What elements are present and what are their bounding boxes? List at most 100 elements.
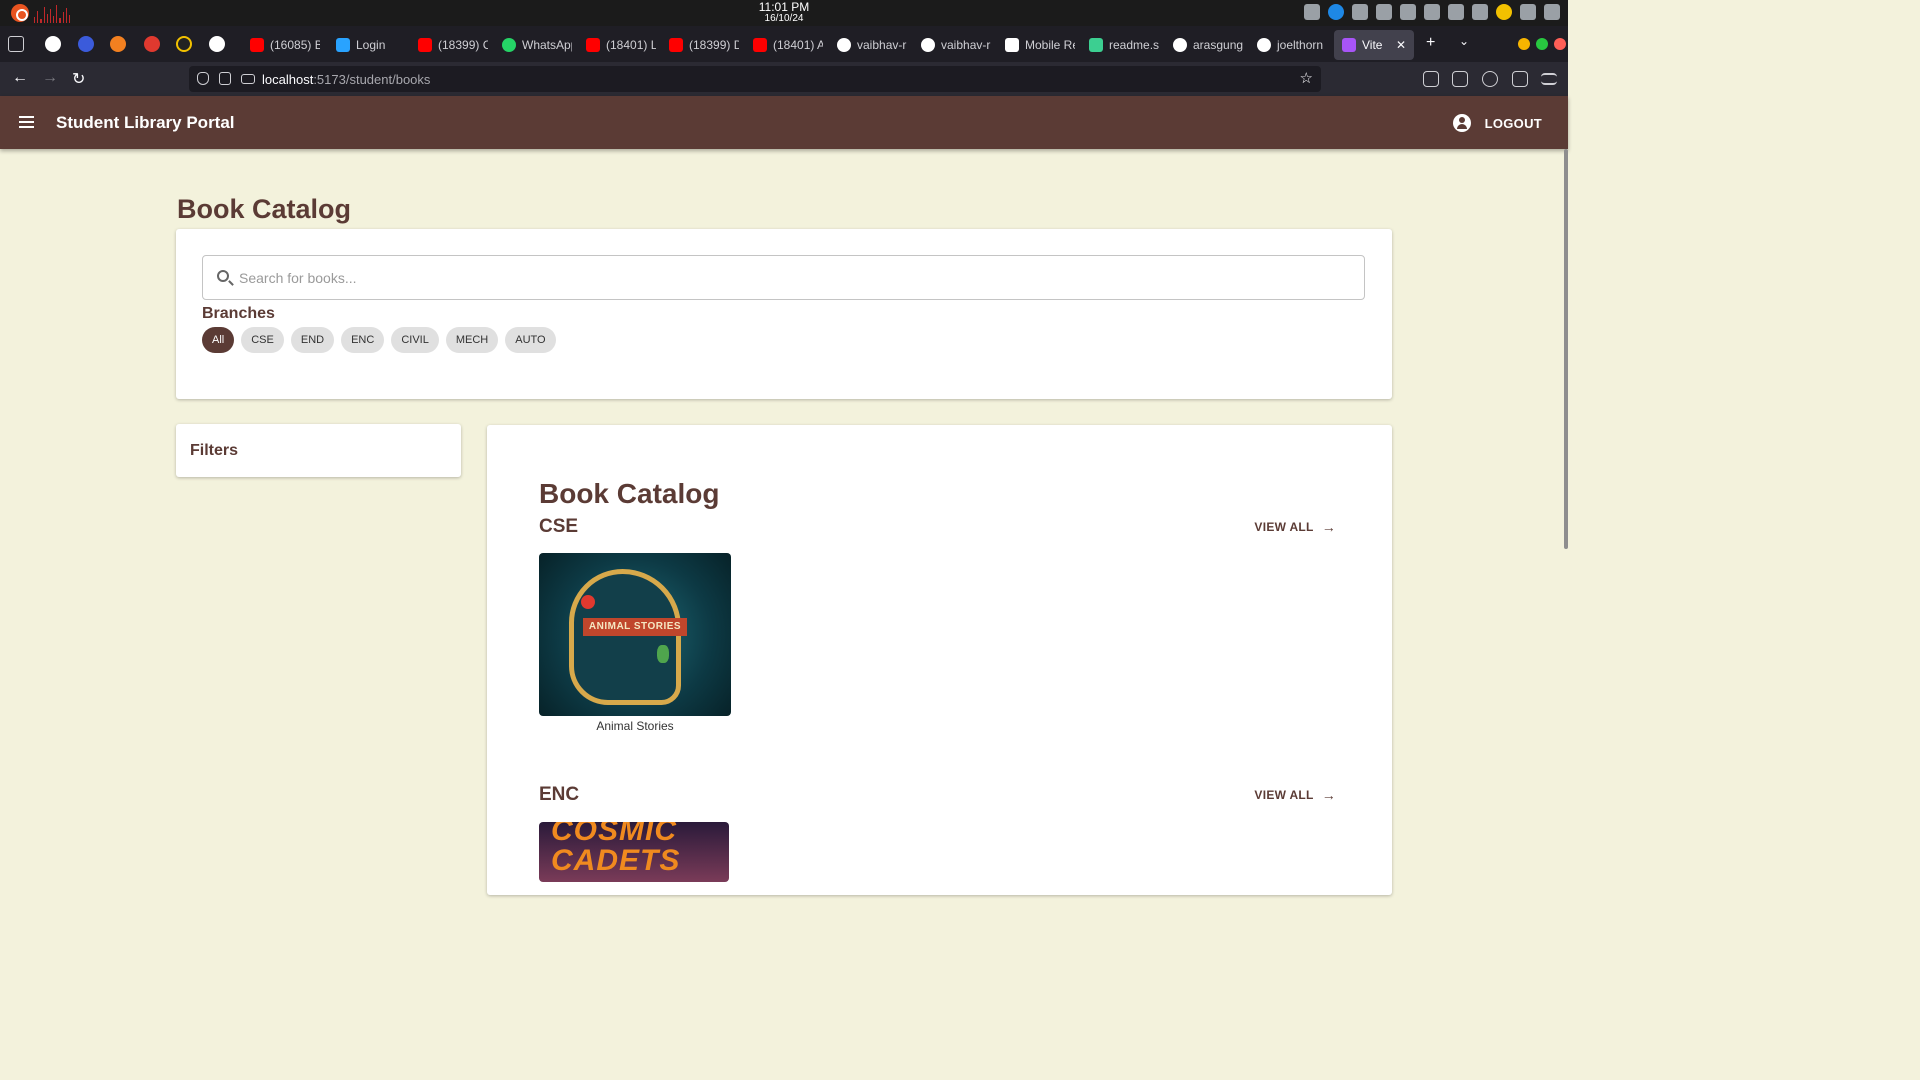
downloads-icon[interactable] — [1452, 71, 1468, 87]
forward-arrow-icon[interactable]: → — [42, 69, 58, 87]
volume-icon[interactable] — [1400, 4, 1416, 20]
account-icon[interactable] — [1482, 71, 1498, 87]
reload-icon[interactable]: ↻ — [72, 69, 85, 89]
url-text: localhost:5173/student/books — [262, 72, 431, 87]
pinned-github-icon[interactable] — [45, 36, 61, 52]
chevron-down-icon[interactable] — [1520, 4, 1536, 20]
pinned-star-icon[interactable] — [176, 36, 192, 52]
cover-title-art: COSMIC CADETS — [551, 822, 681, 877]
page-title: Book Catalog — [177, 194, 352, 224]
browser-tab[interactable]: (18401) A — [753, 30, 823, 60]
browser-tab[interactable]: vaibhav-r — [921, 30, 991, 60]
catalog-panel: Book Catalog CSE VIEW ALL → ANIMAL STORI… — [487, 425, 1392, 895]
address-bar[interactable]: localhost:5173/student/books ☆ — [189, 66, 1321, 92]
search-icon — [217, 270, 229, 282]
page-scrollbar[interactable] — [1564, 149, 1568, 549]
page-icon[interactable] — [219, 72, 231, 85]
pinned-cloud-icon[interactable] — [110, 36, 126, 52]
book-card[interactable]: COSMIC CADETS — [539, 822, 729, 882]
logout-button[interactable]: LOGOUT — [1452, 114, 1542, 132]
browser-tab[interactable]: vaibhav-r — [837, 30, 907, 60]
pinned-github-icon[interactable] — [209, 36, 225, 52]
youtube-icon — [418, 38, 432, 52]
branch-chips: All CSE END ENC CIVIL MECH AUTO — [202, 327, 556, 353]
view-all-label: VIEW ALL — [1254, 788, 1314, 802]
app-icon — [1005, 38, 1019, 52]
search-card: Branches All CSE END ENC CIVIL MECH AUTO — [176, 229, 1392, 399]
browser-tab[interactable]: (16085) B — [250, 30, 320, 60]
search-field[interactable] — [202, 255, 1365, 300]
browser-tab[interactable]: (18399) D — [669, 30, 739, 60]
tab-overview-icon[interactable] — [8, 36, 24, 52]
book-cover[interactable]: COSMIC CADETS — [539, 822, 729, 882]
whatsapp-icon — [502, 38, 516, 52]
book-title[interactable]: Animal Stories — [539, 719, 731, 733]
extensions-icon[interactable] — [1512, 71, 1528, 87]
system-top-bar: 11:01 PM 16/10/24 — [0, 0, 1568, 26]
tab-list-chevron-icon[interactable]: ⌄ — [1459, 34, 1469, 48]
branch-chip-enc[interactable]: ENC — [341, 327, 385, 353]
browser-tab[interactable]: joelthorn — [1257, 30, 1327, 60]
browser-tab[interactable]: WhatsApp — [502, 30, 572, 60]
browser-nav-bar: ← → ↻ localhost:5173/student/books ☆ — [0, 62, 1568, 96]
github-icon — [1257, 38, 1271, 52]
youtube-icon — [586, 38, 600, 52]
notes-icon[interactable] — [1376, 4, 1392, 20]
book-cover[interactable]: ANIMAL STORIES — [539, 553, 731, 716]
branch-chip-all[interactable]: All — [202, 327, 235, 353]
cover-title-banner: ANIMAL STORIES — [583, 618, 687, 636]
bluetooth-icon[interactable] — [1304, 4, 1320, 20]
branch-chip-auto[interactable]: AUTO — [505, 327, 556, 353]
pinned-app-icon[interactable] — [78, 36, 94, 52]
vite-icon — [1342, 38, 1356, 52]
clipboard-icon[interactable] — [1352, 4, 1368, 20]
close-window-icon[interactable] — [1554, 38, 1566, 50]
arrow-right-icon: → — [1321, 787, 1336, 803]
pinned-video-icon[interactable] — [144, 36, 160, 52]
readme-icon — [1089, 38, 1103, 52]
youtube-icon — [250, 38, 264, 52]
bookmark-star-icon[interactable]: ☆ — [1300, 69, 1313, 87]
maximize-icon[interactable] — [1536, 38, 1548, 50]
browser-tab[interactable]: (18399) C — [418, 30, 488, 60]
view-all-label: VIEW ALL — [1254, 520, 1314, 534]
browser-tab[interactable]: readme.s — [1089, 30, 1159, 60]
share-icon[interactable] — [1328, 4, 1344, 20]
permissions-icon[interactable] — [241, 74, 255, 84]
arrow-right-icon: → — [1321, 519, 1336, 535]
book-card[interactable]: ANIMAL STORIES Animal Stories — [539, 553, 731, 733]
branch-chip-cse[interactable]: CSE — [241, 327, 284, 353]
back-arrow-icon[interactable]: ← — [12, 69, 28, 87]
github-icon — [837, 38, 851, 52]
new-tab-icon[interactable]: + — [1426, 34, 1435, 52]
view-all-cse-button[interactable]: VIEW ALL → — [1254, 519, 1336, 535]
document-icon[interactable] — [1424, 4, 1440, 20]
youtube-icon — [753, 38, 767, 52]
menu-icon[interactable] — [1541, 73, 1557, 85]
branch-chip-end[interactable]: END — [290, 327, 335, 353]
power-icon[interactable] — [1544, 4, 1560, 20]
pocket-icon[interactable] — [1423, 71, 1439, 87]
account-circle-icon — [1452, 114, 1471, 132]
cover-head-illustration — [569, 569, 681, 705]
close-tab-icon[interactable]: ✕ — [1396, 38, 1406, 52]
browser-tab[interactable]: Mobile Re — [1005, 30, 1075, 60]
shield-icon[interactable] — [197, 72, 209, 85]
browser-tab-strip: (16085) B Login (18399) C WhatsApp (1840… — [0, 26, 1568, 62]
section-heading-cse: CSE — [539, 516, 579, 537]
branch-chip-civil[interactable]: CIVIL — [391, 327, 439, 353]
browser-tab[interactable]: arasgung — [1173, 30, 1243, 60]
folder-icon[interactable] — [1448, 4, 1464, 20]
app-title: Student Library Portal — [56, 113, 235, 132]
wifi-icon[interactable] — [1472, 4, 1488, 20]
browser-tab[interactable]: Login — [336, 30, 400, 60]
browser-tab[interactable]: (18401) L — [586, 30, 656, 60]
hamburger-menu-icon[interactable] — [19, 116, 34, 128]
battery-icon[interactable] — [1496, 4, 1512, 20]
search-input[interactable] — [239, 267, 1339, 289]
view-all-enc-button[interactable]: VIEW ALL → — [1254, 787, 1336, 803]
github-icon — [921, 38, 935, 52]
branch-chip-mech[interactable]: MECH — [445, 327, 499, 353]
browser-tab-active[interactable]: Vite + R✕ — [1334, 30, 1414, 60]
minimize-icon[interactable] — [1518, 38, 1530, 50]
